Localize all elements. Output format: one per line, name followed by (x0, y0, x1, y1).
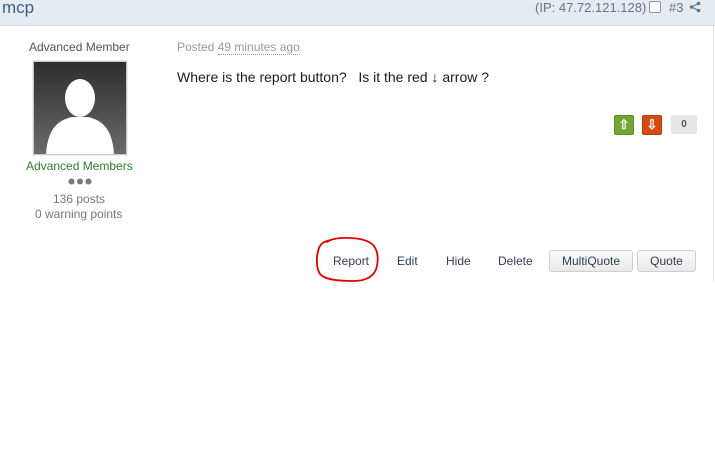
warning-points: 0 warning points (35, 207, 123, 221)
multiquote-button[interactable]: MultiQuote (549, 250, 633, 272)
post-header: mcp (IP: 47.72.121.128) #3 (0, 0, 715, 26)
posted-date: Posted 49 minutes ago (177, 40, 300, 55)
edit-button[interactable]: Edit (397, 254, 418, 268)
posted-prefix: Posted (177, 40, 215, 54)
author-name-link[interactable]: mcp (2, 0, 34, 18)
reputation-count: 0 (671, 115, 697, 134)
delete-button[interactable]: Delete (498, 254, 533, 268)
avatar[interactable] (33, 61, 127, 155)
ip-address: (IP: 47.72.121.128) (535, 0, 647, 15)
quote-button[interactable]: Quote (637, 250, 696, 272)
hide-button[interactable]: Hide (446, 254, 471, 268)
vote-up-button[interactable]: ⇧ (614, 115, 634, 135)
default-avatar-icon (34, 62, 126, 154)
red-annotation-circle (315, 236, 379, 282)
member-group: Advanced Members (26, 159, 133, 173)
posted-time: 49 minutes ago (217, 40, 300, 55)
post-number-link[interactable]: #3 (669, 0, 683, 15)
arrow-down-icon: ⇩ (646, 117, 658, 132)
vote-down-button[interactable]: ⇩ (642, 115, 662, 135)
rank-pips-icon (68, 178, 92, 185)
post-body: Where is the report button? Is it the re… (177, 69, 490, 85)
member-rank-title: Advanced Member (29, 40, 130, 54)
post-count: 136 posts (53, 192, 106, 206)
arrow-up-icon: ⇧ (618, 117, 630, 132)
select-post-checkbox[interactable] (649, 1, 661, 13)
share-icon[interactable] (689, 1, 701, 13)
